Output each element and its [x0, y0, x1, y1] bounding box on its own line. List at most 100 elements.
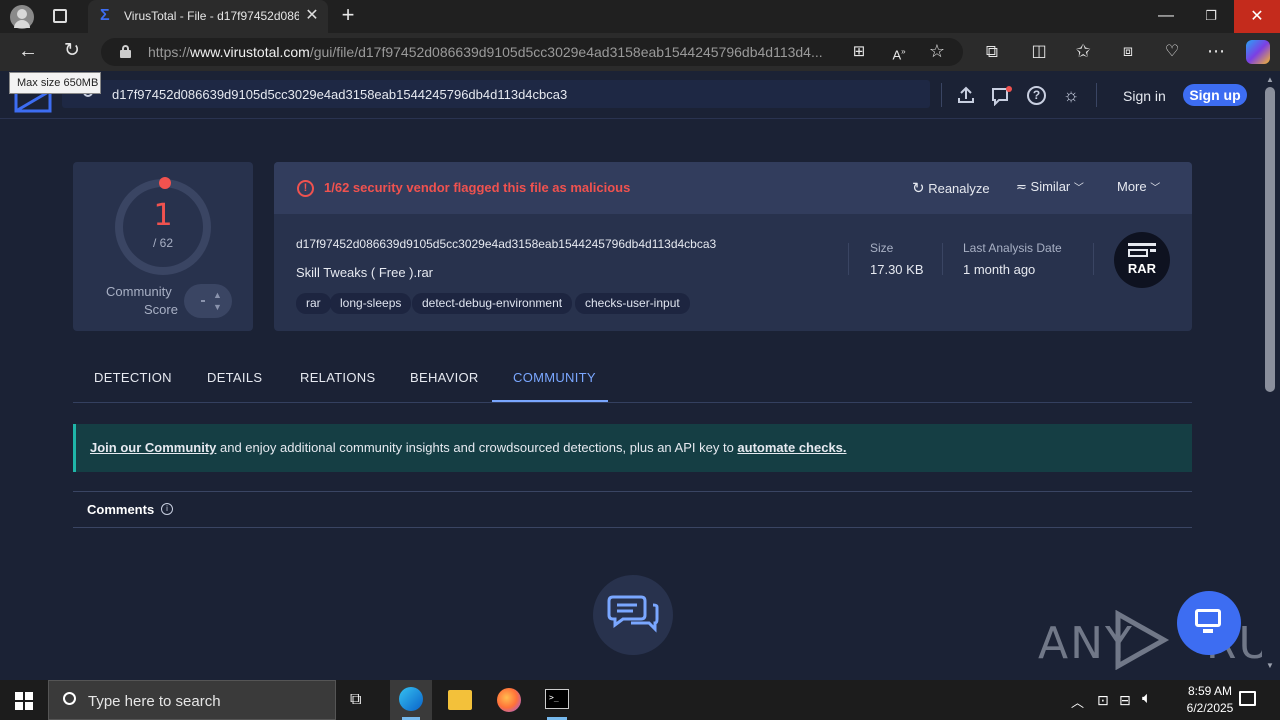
terminal-icon[interactable]: >_: [545, 689, 569, 709]
back-icon[interactable]: ←: [17, 41, 39, 61]
file-hash[interactable]: d17f97452d086639d9105d5cc3029e4ad3158eab…: [296, 237, 716, 251]
settings-more-icon[interactable]: ⋯: [1206, 41, 1226, 61]
url-prefix: https://: [148, 44, 191, 60]
edge-taskbar-icon[interactable]: [390, 680, 432, 720]
date-value: 1 month ago: [963, 262, 1036, 277]
similar-label: Similar: [1030, 179, 1071, 194]
join-community-link[interactable]: Join our Community: [90, 440, 216, 455]
comments-title: Comments: [87, 502, 155, 517]
size-value: 17.30 KB: [870, 262, 924, 277]
clock-date[interactable]: 6/2/2025: [1172, 701, 1248, 715]
ethernet-icon[interactable]: ⊟: [1119, 692, 1131, 709]
volume-icon[interactable]: 🔈︎: [1142, 690, 1152, 708]
tag-checks-user-input[interactable]: checks-user-input: [575, 293, 690, 314]
notifications-icon[interactable]: [1239, 691, 1256, 706]
file-explorer-icon[interactable]: [448, 690, 472, 710]
split-screen-icon[interactable]: ◫: [1029, 42, 1049, 62]
chevron-down-icon: ﹀: [1150, 183, 1161, 194]
tab-relations[interactable]: RELATIONS: [300, 370, 375, 385]
theme-toggle-icon[interactable]: ☼: [1061, 85, 1081, 105]
copilot-icon[interactable]: [1246, 40, 1270, 64]
favorites-icon[interactable]: ✩: [1073, 41, 1093, 61]
search-value: d17f97452d086639d9105d5cc3029e4ad3158eab…: [112, 87, 568, 102]
header-divider: [941, 83, 942, 107]
meta-divider-2: [942, 243, 943, 275]
scrollbar-thumb[interactable]: [1265, 87, 1275, 392]
tab-behavior[interactable]: BEHAVIOR: [410, 370, 479, 385]
reanalyze-icon: ↻: [912, 180, 925, 197]
community-score-label-1: Community: [106, 284, 172, 299]
community-score-toggle[interactable]: ▲ ▼: [184, 284, 232, 318]
help-icon[interactable]: ?: [1027, 86, 1046, 105]
size-label: Size: [870, 241, 894, 255]
close-tab-icon[interactable]: ✕: [302, 6, 322, 26]
alert-icon: !: [297, 180, 314, 197]
tag-long-sleeps[interactable]: long-sleeps: [330, 293, 412, 314]
tab-detection[interactable]: DETECTION: [94, 370, 172, 385]
performance-icon[interactable]: ♡: [1162, 42, 1182, 62]
meta-divider-3: [1093, 243, 1094, 275]
similar-icon: ≂: [1016, 179, 1027, 194]
favorite-star-icon[interactable]: ☆: [927, 41, 947, 61]
more-label: More: [1117, 179, 1147, 194]
reanalyze-label: Reanalyze: [928, 181, 990, 196]
info-icon[interactable]: i: [161, 503, 173, 515]
extensions-icon[interactable]: ⧉: [982, 42, 1002, 62]
vote-up-icon[interactable]: ▲: [213, 290, 222, 300]
chevron-down-icon: ﹀: [1073, 183, 1084, 194]
sign-in-link[interactable]: Sign in: [1123, 88, 1166, 104]
detection-alert-bar: ! 1/62 security vendor flagged this file…: [274, 162, 1192, 214]
restore-icon[interactable]: ❐: [1201, 6, 1221, 26]
scroll-down-icon[interactable]: ▼: [1266, 661, 1274, 670]
sign-up-button[interactable]: Sign up: [1183, 84, 1247, 106]
scroll-up-icon[interactable]: ▲: [1266, 75, 1274, 84]
search-icon: [63, 692, 76, 705]
browser-tab-virustotal[interactable]: Σ VirusTotal - File - d17f97452d0866 ✕: [88, 0, 328, 33]
tag-detect-debug-environment[interactable]: detect-debug-environment: [412, 293, 573, 314]
more-dropdown[interactable]: More ﹀: [1117, 179, 1160, 194]
collections-icon[interactable]: ⧈: [1118, 42, 1138, 62]
taskbar-search-placeholder: Type here to search: [88, 693, 221, 710]
date-label: Last Analysis Date: [963, 241, 1062, 255]
firefox-icon[interactable]: [497, 688, 521, 712]
read-aloud-icon[interactable]: A»: [889, 42, 909, 65]
header-divider-2: [1096, 83, 1097, 107]
tab-details[interactable]: DETAILS: [207, 370, 262, 385]
upload-icon[interactable]: [957, 85, 975, 105]
similar-dropdown[interactable]: ≂ Similar ﹀: [1016, 179, 1084, 195]
reanalyze-button[interactable]: ↻ Reanalyze: [912, 179, 990, 197]
windows-start-icon[interactable]: [15, 692, 33, 710]
url-path: /gui/file/d17f97452d086639d9105d5cc3029e…: [309, 44, 823, 60]
rar-file-type-icon: RAR: [1114, 232, 1170, 288]
rar-badge-text: RAR: [1127, 261, 1157, 276]
taskbar-search-box[interactable]: Type here to search: [48, 680, 336, 720]
community-banner: Join our Community and enjoy additional …: [73, 424, 1192, 472]
community-score-label-2: Score: [144, 302, 178, 317]
tab-actions-icon[interactable]: [53, 9, 67, 23]
windows-taskbar: Type here to search ⧉ >_ ︿ ⊡ ⊟ 🔈︎ 8:59 A…: [0, 680, 1280, 720]
chat-support-button[interactable]: [1177, 591, 1241, 655]
search-input[interactable]: d17f97452d086639d9105d5cc3029e4ad3158eab…: [62, 80, 930, 108]
banner-text: Join our Community and enjoy additional …: [90, 440, 847, 455]
meta-divider: [848, 243, 849, 275]
refresh-icon[interactable]: ↻: [61, 41, 83, 61]
detection-score-card: 1 / 62 Community Score ▲ ▼: [73, 162, 253, 331]
new-tab-icon[interactable]: +: [338, 4, 358, 27]
tag-rar[interactable]: rar: [296, 293, 331, 314]
tab-title: VirusTotal - File - d17f97452d0866: [124, 9, 299, 23]
chat-notification-icon[interactable]: [991, 86, 1012, 107]
automate-checks-link[interactable]: automate checks.: [737, 440, 846, 455]
tab-community[interactable]: COMMUNITY: [513, 370, 596, 385]
close-window-button[interactable]: ✕: [1234, 0, 1280, 33]
page-scrollbar[interactable]: ▲ ▼: [1262, 71, 1280, 682]
address-bar[interactable]: https://www.virustotal.com/gui/file/d17f…: [101, 38, 963, 66]
minimize-icon[interactable]: —: [1156, 6, 1176, 26]
app-available-icon[interactable]: ⊞: [849, 42, 869, 62]
file-name: Skill Tweaks ( Free ).rar: [296, 265, 434, 280]
clock-time[interactable]: 8:59 AM: [1172, 684, 1248, 698]
task-view-icon[interactable]: ⧉: [350, 691, 370, 709]
show-hidden-icons-chevron-icon[interactable]: ︿: [1071, 692, 1084, 711]
network-icon[interactable]: ⊡: [1097, 692, 1109, 709]
profile-avatar[interactable]: [10, 5, 34, 29]
vote-down-icon[interactable]: ▼: [213, 302, 222, 312]
